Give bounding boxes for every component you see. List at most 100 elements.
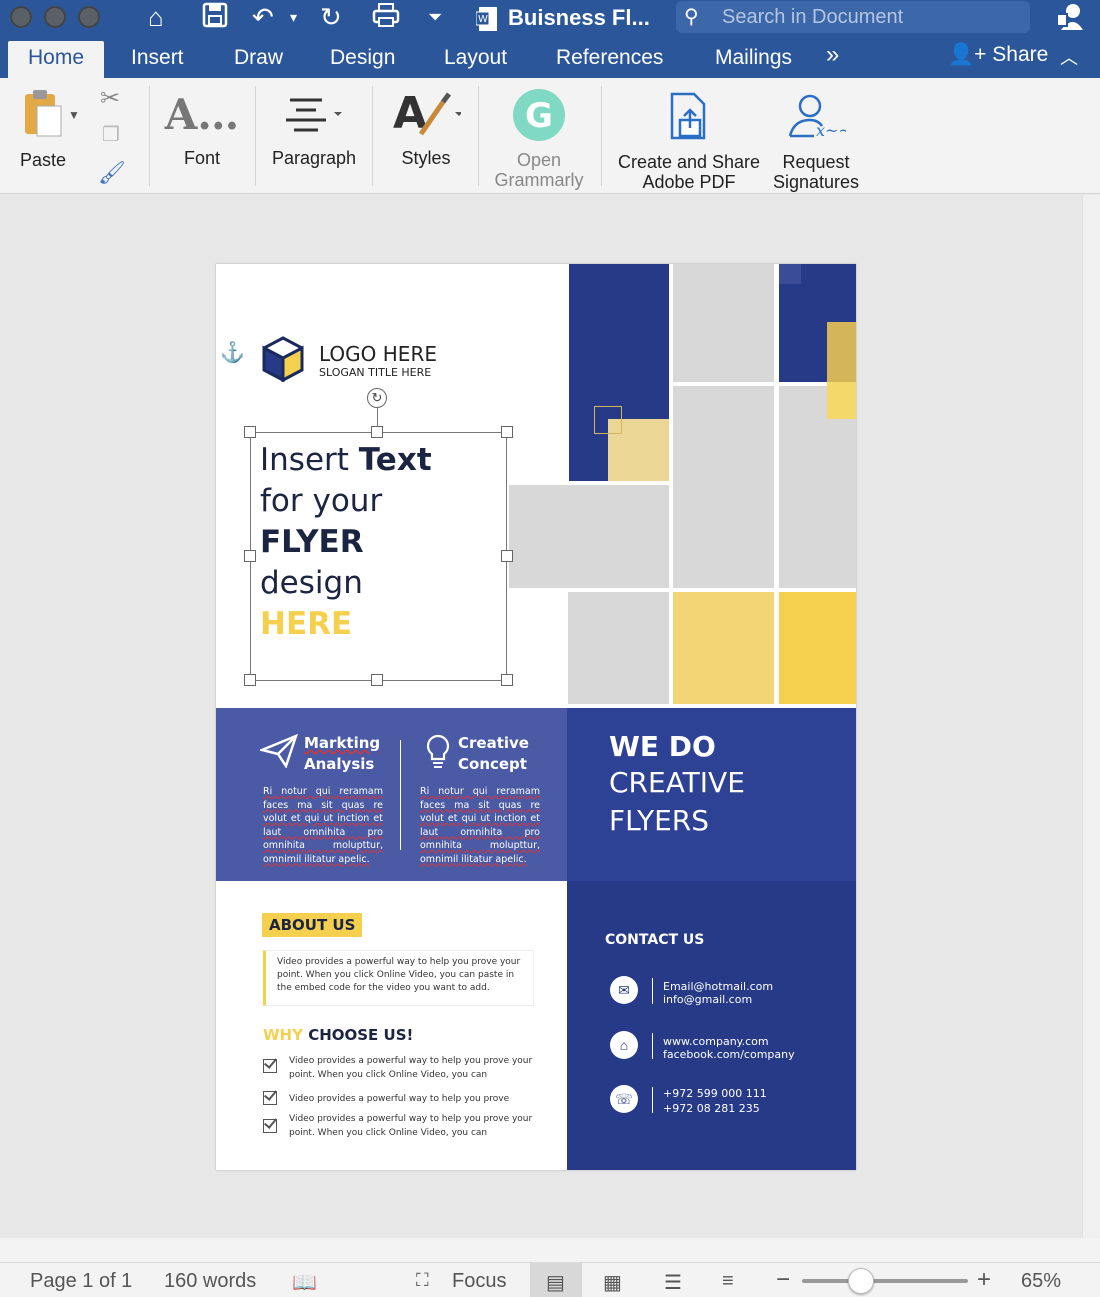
save-icon[interactable]	[202, 2, 228, 34]
checkbox-icon	[263, 1059, 277, 1073]
page-count[interactable]: Page 1 of 1	[30, 1270, 132, 1293]
email-icon: ✉	[610, 976, 638, 1004]
home-icon: ⌂	[610, 1031, 638, 1059]
focus-button[interactable]: Focus	[452, 1270, 506, 1293]
undo-dropdown-icon[interactable]: ▾	[290, 2, 297, 32]
cut-icon[interactable]: ✂	[100, 84, 120, 113]
we-do-line-3: FLYERS	[609, 804, 710, 837]
styles-button[interactable]: A Styles	[384, 90, 468, 168]
mosaic-block	[779, 264, 801, 284]
zoom-slider[interactable]	[802, 1279, 968, 1283]
redo-icon[interactable]: ↻	[320, 2, 342, 32]
tab-references[interactable]: References	[556, 44, 663, 72]
mosaic-outline	[594, 406, 622, 434]
close-window-button[interactable]	[10, 6, 32, 28]
tab-mailings[interactable]: Mailings	[715, 44, 792, 72]
tab-insert[interactable]: Insert	[131, 44, 184, 72]
resize-handle[interactable]	[244, 426, 256, 438]
draft-view-icon[interactable]: ≡	[722, 1270, 734, 1293]
resize-handle[interactable]	[501, 550, 513, 562]
we-do-line-2: CREATIVE	[609, 766, 745, 799]
feature-1-title-a: Markting	[304, 734, 381, 752]
zoom-in-button[interactable]: +	[977, 1266, 991, 1294]
document-title: Buisness Fl...	[508, 5, 650, 30]
paste-dropdown-icon[interactable]: ▼	[68, 108, 80, 122]
rotate-handle-icon[interactable]: ↻	[367, 388, 387, 408]
svg-text:W: W	[478, 14, 488, 25]
styles-icon: A	[393, 90, 461, 139]
share-button[interactable]: 👤+ Share	[948, 43, 1048, 67]
copy-icon[interactable]: ❐	[102, 122, 120, 147]
choose-us-words: CHOOSE US!	[302, 1026, 414, 1044]
check-item-1: Video provides a powerful way to help yo…	[289, 1056, 533, 1080]
open-grammarly-button[interactable]: G Open Grammarly	[490, 88, 588, 190]
mosaic-block	[509, 485, 669, 588]
paste-label: Paste	[19, 150, 67, 170]
headline-line-2: for your	[260, 483, 383, 519]
focus-icon[interactable]: ⛶	[416, 1270, 429, 1291]
resize-handle[interactable]	[244, 550, 256, 562]
more-tabs-icon[interactable]: »	[826, 41, 839, 69]
home-icon[interactable]: ⌂	[148, 2, 164, 32]
zoom-level[interactable]: 65%	[1021, 1270, 1061, 1293]
create-share-pdf-button[interactable]: Create and Share Adobe PDF	[612, 92, 766, 192]
contact-title: CONTACT US	[605, 932, 705, 948]
vertical-scrollbar[interactable]	[1082, 195, 1100, 1238]
ribbon-tabs: Home Insert Draw Design Layout Reference…	[0, 40, 1100, 78]
grammarly-icon: G	[513, 89, 565, 141]
format-painter-icon[interactable]: 🖌	[98, 160, 126, 186]
pdf-label-2: Adobe PDF	[642, 172, 736, 192]
contact-panel	[567, 881, 856, 1170]
styles-label: Styles	[401, 148, 451, 168]
align-center-icon	[286, 98, 342, 132]
zoom-out-button[interactable]: −	[776, 1266, 790, 1294]
tab-draw[interactable]: Draw	[234, 44, 283, 72]
resize-handle[interactable]	[244, 674, 256, 686]
request-signatures-button[interactable]: x~~ Request Signatures	[766, 92, 866, 192]
minimize-window-button[interactable]	[44, 6, 66, 28]
mosaic-block	[673, 386, 774, 588]
resize-handle[interactable]	[371, 674, 383, 686]
customize-toolbar-icon[interactable]: ⏷	[428, 2, 442, 32]
font-button[interactable]: A… Font	[162, 90, 242, 169]
account-icon[interactable]	[1056, 2, 1084, 38]
contact-web-1: www.company.com	[663, 1035, 769, 1048]
grammarly-label-1: Open	[516, 150, 562, 170]
web-layout-icon[interactable]: ▦	[603, 1270, 622, 1295]
outline-view-icon[interactable]: ☰	[664, 1270, 682, 1295]
why-word: WHY	[263, 1026, 303, 1044]
print-icon[interactable]	[372, 2, 400, 34]
anchor-icon: ⚓	[220, 342, 245, 364]
why-choose-title: WHY CHOOSE US!	[263, 1026, 413, 1044]
paragraph-button[interactable]: Paragraph	[266, 92, 362, 168]
resize-handle[interactable]	[371, 426, 383, 438]
mosaic-block	[779, 592, 856, 704]
feature-1-title-b: Analysis	[304, 755, 375, 773]
collapse-ribbon-icon[interactable]: ︿	[1060, 44, 1078, 72]
search-input[interactable]: ⚲ Search in Document	[676, 1, 1030, 33]
document-page[interactable]: ⚓ LOGO HERE SLOGAN TITLE HERE ↻ Insert T…	[216, 264, 856, 1170]
status-bar: Page 1 of 1 160 words 📖 ⛶ Focus ▤ ▦ ☰ ≡ …	[0, 1262, 1100, 1297]
check-item-2: Video provides a powerful way to help yo…	[289, 1094, 510, 1104]
zoom-window-button[interactable]	[78, 6, 100, 28]
feature-1-text: Ri notur qui reramam faces ma sit quas r…	[263, 786, 383, 865]
headline-line-4: design	[260, 565, 363, 601]
pdf-label-1: Create and Share	[617, 152, 761, 172]
paste-button[interactable]: Paste	[10, 88, 76, 170]
resize-handle[interactable]	[501, 674, 513, 686]
resize-handle[interactable]	[501, 426, 513, 438]
undo-icon[interactable]: ↶	[252, 2, 274, 32]
word-count[interactable]: 160 words	[164, 1270, 256, 1293]
we-do-line-1: WE DO	[609, 730, 716, 763]
tab-design[interactable]: Design	[330, 44, 395, 72]
feature-2-title-b: Concept	[458, 755, 527, 773]
about-us-title: ABOUT US	[262, 913, 363, 937]
tab-layout[interactable]: Layout	[444, 44, 507, 72]
tab-home[interactable]: Home	[8, 41, 105, 78]
title-bar: ⌂ ↶ ▾ ↻ ⏷ W Buisness Fl... ⚲ Search in D…	[0, 0, 1100, 40]
zoom-slider-thumb[interactable]	[847, 1268, 874, 1294]
add-person-icon: 👤+	[948, 43, 987, 66]
horizontal-scrollbar[interactable]	[0, 1238, 1100, 1262]
font-icon: A…	[164, 90, 240, 139]
proofing-icon[interactable]: 📖	[292, 1270, 317, 1295]
